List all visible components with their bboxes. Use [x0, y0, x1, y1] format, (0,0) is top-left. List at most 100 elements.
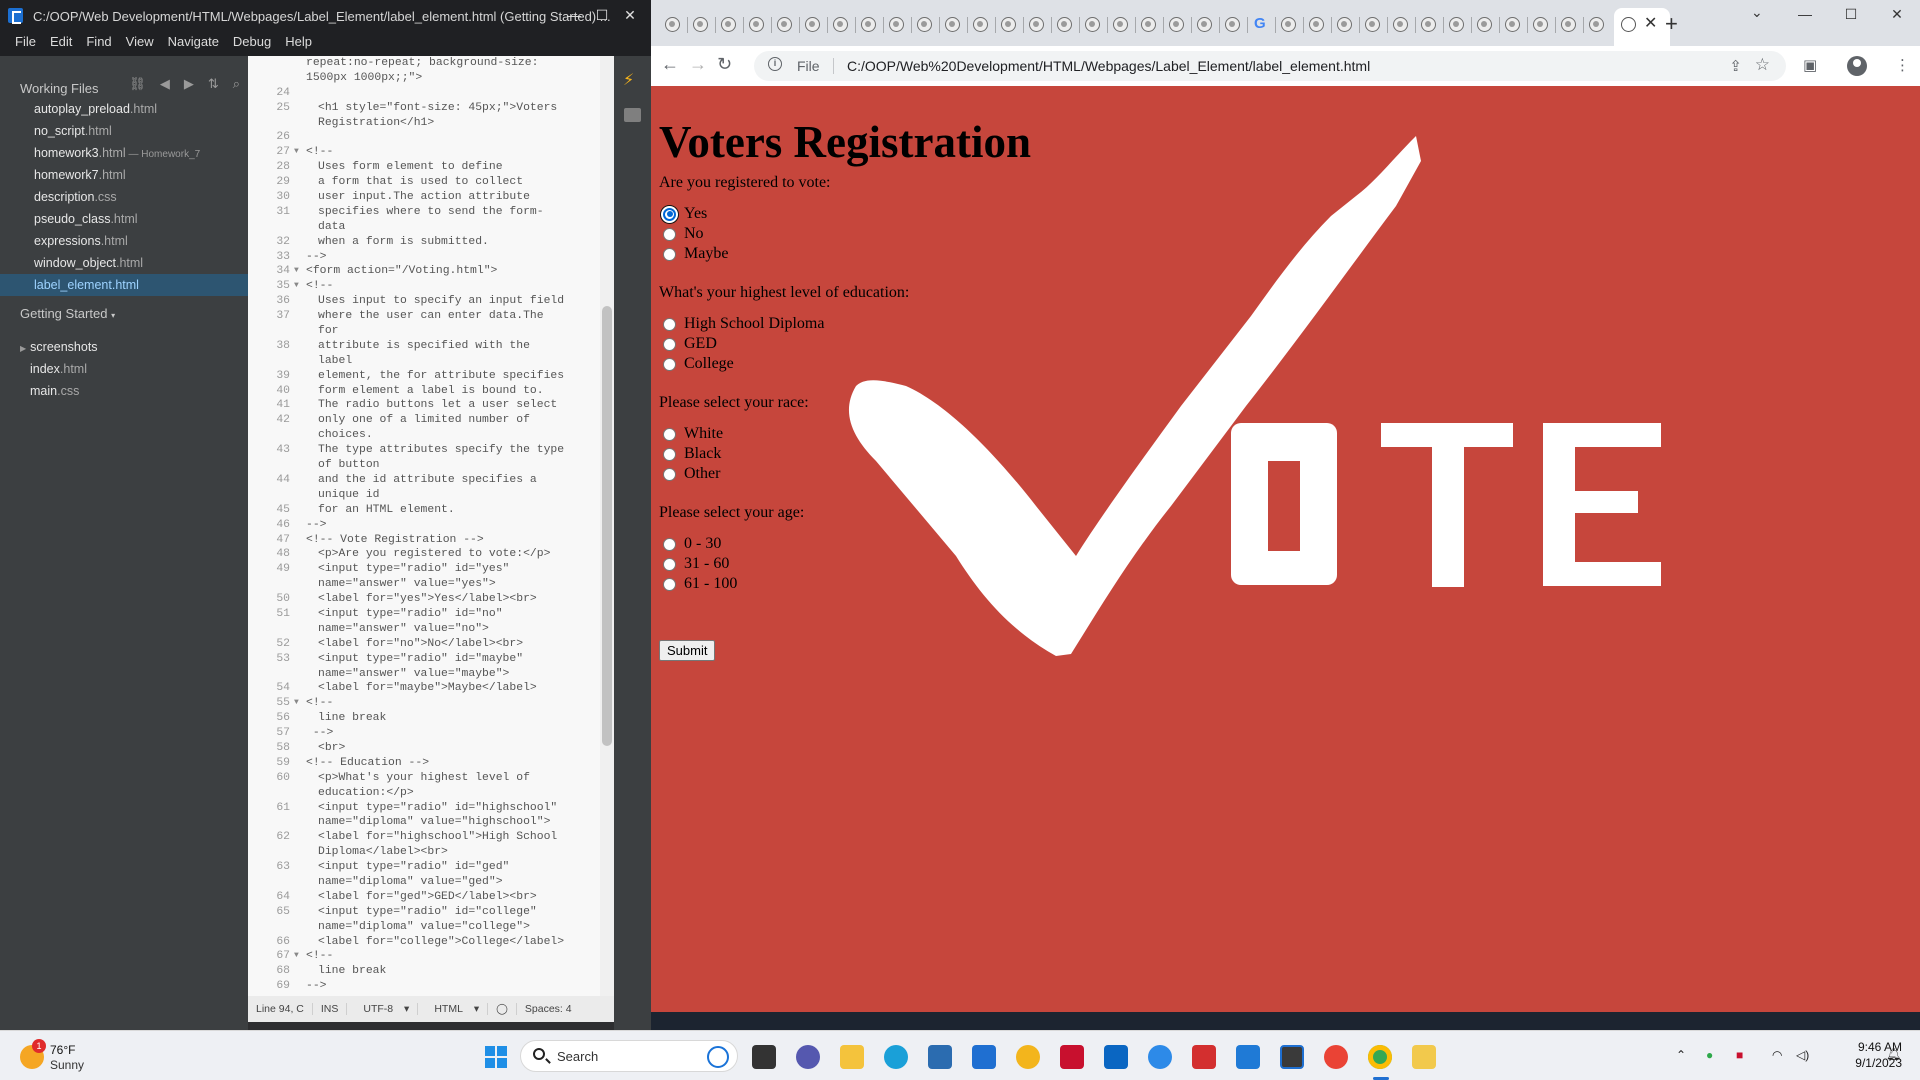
menu-item-help[interactable]: Help [278, 30, 319, 56]
radio-button[interactable] [663, 317, 676, 331]
tab-favicon-icon[interactable] [1589, 17, 1604, 32]
menu-item-find[interactable]: Find [79, 30, 118, 56]
split-view-icon[interactable]: ⛓ [129, 76, 146, 92]
radio-label[interactable]: Yes [684, 205, 707, 223]
tab-favicon-icon[interactable] [777, 17, 792, 32]
lint-status-icon[interactable]: ◯ [487, 1003, 516, 1015]
radio-label[interactable]: Black [684, 445, 721, 463]
tab-favicon-icon[interactable] [1393, 17, 1408, 32]
teams-chat-icon[interactable] [796, 1045, 820, 1069]
address-bar[interactable]: i File C:/OOP/Web%20Development/HTML/Web… [754, 51, 1786, 81]
project-folder-item[interactable]: ▶ screenshots [0, 336, 248, 358]
tab-favicon-icon[interactable] [1001, 17, 1016, 32]
tab-favicon-icon[interactable] [805, 17, 820, 32]
radio-label[interactable]: 61 - 100 [684, 575, 737, 593]
google-tab-icon[interactable]: G [1254, 15, 1266, 32]
forward-icon[interactable]: → [689, 54, 707, 75]
security-tray-icon[interactable]: ● [1706, 1048, 1713, 1062]
project-dropdown[interactable]: Getting Started ▾ [20, 306, 115, 321]
working-file-item[interactable]: description.css [0, 186, 248, 208]
fold-toggle-icon[interactable]: ▼ [294, 696, 299, 711]
tab-favicon-icon[interactable] [973, 17, 988, 32]
working-file-item[interactable]: label_element.html [0, 274, 248, 296]
radio-button[interactable] [663, 577, 676, 591]
working-file-item[interactable]: homework3.html — Homework_7 [0, 142, 248, 164]
language-select[interactable]: HTML ▾ [417, 1003, 487, 1015]
fold-toggle-icon[interactable]: ▼ [294, 264, 299, 279]
menu-item-view[interactable]: View [119, 30, 161, 56]
radio-button[interactable] [663, 557, 676, 571]
tab-favicon-icon[interactable] [1337, 17, 1352, 32]
radio-label[interactable]: 31 - 60 [684, 555, 729, 573]
desktop-app-icon[interactable] [752, 1045, 776, 1069]
radio-label[interactable]: No [684, 225, 704, 243]
tab-favicon-icon[interactable] [1477, 17, 1492, 32]
bookmark-star-icon[interactable]: ☆ [1755, 55, 1770, 75]
working-file-item[interactable]: homework7.html [0, 164, 248, 186]
acrobat-icon[interactable] [1192, 1045, 1216, 1069]
zoom-icon[interactable] [1148, 1045, 1172, 1069]
tab-favicon-icon[interactable] [861, 17, 876, 32]
tab-favicon-icon[interactable] [1029, 17, 1044, 32]
taskbar-search[interactable]: Search [520, 1040, 738, 1072]
windows-start-icon[interactable] [485, 1046, 507, 1068]
tab-favicon-icon[interactable] [1365, 17, 1380, 32]
minimize-icon[interactable]: — [1782, 0, 1828, 30]
menu-kebab-icon[interactable]: ⋮ [1895, 56, 1910, 74]
working-file-item[interactable]: no_script.html [0, 120, 248, 142]
radio-label[interactable]: GED [684, 335, 717, 353]
search-icon[interactable]: ⌕ [233, 76, 240, 92]
radio-option[interactable]: College [659, 354, 734, 374]
radio-option[interactable]: Other [659, 464, 720, 484]
tab-favicon-icon[interactable] [1197, 17, 1212, 32]
fold-toggle-icon[interactable]: ▼ [294, 279, 299, 294]
insert-mode[interactable]: INS [311, 1003, 347, 1015]
radio-option[interactable]: 61 - 100 [659, 574, 737, 594]
restore-icon[interactable]: ☐ [1828, 0, 1874, 30]
active-tab[interactable]: ✕ [1614, 8, 1670, 46]
wifi-icon[interactable]: ◠ [1772, 1048, 1782, 1062]
working-file-item[interactable]: autoplay_preload.html [0, 98, 248, 120]
radio-button[interactable] [663, 207, 676, 221]
code-editor[interactable]: repeat:no-repeat; background-size: 1500px… [248, 56, 614, 996]
bing-icon[interactable] [707, 1046, 729, 1068]
share-icon[interactable]: ⇪ [1729, 57, 1742, 75]
radio-label[interactable]: White [684, 425, 723, 443]
tab-favicon-icon[interactable] [1085, 17, 1100, 32]
volume-icon[interactable]: ◁) [1796, 1048, 1809, 1062]
radio-button[interactable] [663, 427, 676, 441]
tab-favicon-icon[interactable] [1169, 17, 1184, 32]
editor-scrollbar-thumb[interactable] [602, 306, 612, 746]
url-text[interactable]: C:/OOP/Web%20Development/HTML/Webpages/L… [847, 58, 1370, 74]
mcafee-shield-icon[interactable] [1060, 1045, 1084, 1069]
tab-search-chevron-icon[interactable]: ⌄ [1751, 4, 1763, 21]
tab-favicon-icon[interactable] [693, 17, 708, 32]
radio-label[interactable]: Maybe [684, 245, 728, 263]
microsoft-store-icon[interactable] [928, 1045, 952, 1069]
working-file-item[interactable]: pseudo_class.html [0, 208, 248, 230]
tab-favicon-icon[interactable] [917, 17, 932, 32]
radio-button[interactable] [663, 537, 676, 551]
radio-button[interactable] [663, 337, 676, 351]
encoding-select[interactable]: UTF-8 ▾ [346, 1003, 417, 1015]
radio-button[interactable] [663, 467, 676, 481]
radio-option[interactable]: White [659, 424, 723, 444]
forward-arrow-icon[interactable]: ▶ [184, 76, 194, 92]
show-hidden-icons-chevron[interactable]: ⌃ [1676, 1048, 1686, 1062]
menu-item-debug[interactable]: Debug [226, 30, 278, 56]
tab-close-icon[interactable]: ✕ [1644, 13, 1657, 33]
linkedin-icon[interactable] [1104, 1045, 1128, 1069]
radio-option[interactable]: Maybe [659, 244, 728, 264]
side-panel-icon[interactable]: ▣ [1803, 56, 1817, 74]
live-preview-icon[interactable]: ⚡ [623, 70, 643, 89]
project-file-item[interactable]: main.css [0, 380, 248, 402]
tab-favicon-icon[interactable] [1421, 17, 1436, 32]
radio-option[interactable]: 31 - 60 [659, 554, 729, 574]
tab-favicon-icon[interactable] [1057, 17, 1072, 32]
tab-favicon-icon[interactable] [1281, 17, 1296, 32]
tab-favicon-icon[interactable] [1449, 17, 1464, 32]
tab-favicon-icon[interactable] [1309, 17, 1324, 32]
tab-favicon-icon[interactable] [749, 17, 764, 32]
back-arrow-icon[interactable]: ◀ [160, 76, 170, 92]
minimize-icon[interactable]: — [560, 0, 588, 30]
